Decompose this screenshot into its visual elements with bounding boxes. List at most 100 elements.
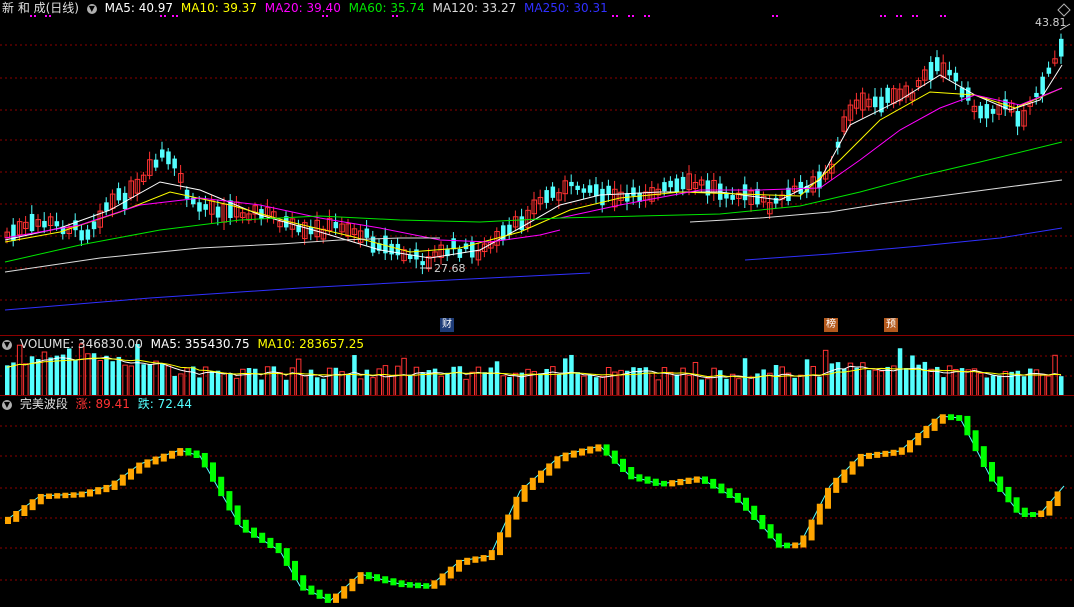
wave-block-up <box>800 535 807 548</box>
candle-down <box>1015 111 1021 127</box>
wave-block-down <box>644 476 651 484</box>
candle-down <box>166 151 171 165</box>
wave-block-up <box>5 516 11 524</box>
volume-bar-up <box>1039 373 1046 396</box>
candle-down <box>85 229 91 240</box>
wave-block-up <box>128 468 134 480</box>
volume-bar-down <box>959 368 965 396</box>
wave-block-up <box>907 440 913 453</box>
volume-bar-down <box>538 373 543 396</box>
badge-yu[interactable]: 预 <box>884 318 898 332</box>
wave-block-up <box>898 447 905 455</box>
volume-bar-down <box>321 378 326 396</box>
volume-bar-up <box>413 366 420 396</box>
ma10-label: MA10: 39.37 <box>180 1 257 15</box>
chevron-down-icon[interactable]: ▼ <box>86 3 97 14</box>
volume-bar-up <box>388 375 395 396</box>
indicator-panel[interactable]: ▼ 完美波段 涨: 89.41 跌: 72.44 <box>0 396 1074 607</box>
ma5-label: MA5: 40.97 <box>104 1 174 15</box>
badge-cai[interactable]: 财 <box>440 318 454 332</box>
volume-bar-down <box>922 361 928 396</box>
wave-block-down <box>390 578 397 586</box>
wave-block-down <box>218 476 225 497</box>
candle-down <box>550 186 556 198</box>
wave-indicator-chart[interactable] <box>0 396 1074 607</box>
volume-ma5-label: MA5: 355430.75 <box>150 337 250 351</box>
candle-down <box>575 185 580 190</box>
volume-panel[interactable]: ▼ VOLUME: 346830.00 MA5: 355430.75 MA10:… <box>0 336 1074 396</box>
volume-bar-down <box>141 364 146 396</box>
volume-bar-up <box>705 378 711 396</box>
signal-dot <box>896 15 898 17</box>
volume-bar-up <box>382 365 389 396</box>
candle-down <box>594 184 599 197</box>
candle-down <box>389 243 394 255</box>
wave-block-down <box>964 415 971 436</box>
volume-bar-up <box>370 377 376 396</box>
volume-bar-up <box>928 368 934 396</box>
volume-bar-down <box>637 367 642 396</box>
volume-bar-up <box>1046 375 1052 396</box>
candlestick-chart[interactable] <box>0 0 1074 336</box>
wave-block-down <box>611 450 618 464</box>
wave-block-up <box>111 480 118 490</box>
candle-down <box>364 228 370 238</box>
wave-block-down <box>324 593 331 603</box>
volume-bar-up <box>512 372 519 396</box>
wave-block-up <box>587 446 594 454</box>
candle-down <box>1059 38 1064 57</box>
wave-block-down <box>726 488 733 499</box>
wave-block-up <box>95 487 102 495</box>
volume-bar-down <box>866 370 872 396</box>
volume-bar-down <box>984 377 990 396</box>
volume-bar-down <box>910 355 915 396</box>
volume-bar-down <box>1059 376 1064 396</box>
wave-block-up <box>431 580 438 589</box>
wave-block-up <box>341 586 348 599</box>
candle-down <box>680 176 686 190</box>
candle-down <box>885 87 890 103</box>
candle-down <box>668 180 673 188</box>
wave-block-down <box>415 582 421 589</box>
volume-bar-up <box>264 366 271 396</box>
wave-block-up <box>456 559 462 572</box>
wave-block-up <box>70 492 77 498</box>
volume-bar-up <box>165 365 172 396</box>
volume-bar-up <box>302 375 308 396</box>
candle-down <box>544 190 549 203</box>
volume-bar-down <box>1021 376 1027 396</box>
volume-bar-up <box>525 368 531 396</box>
wave-block-up <box>874 451 881 458</box>
wave-block-up <box>136 462 143 474</box>
candle-down <box>451 238 456 250</box>
volume-bar-up <box>798 374 804 396</box>
volume-bar-down <box>445 372 450 396</box>
wave-block-down <box>997 476 1004 492</box>
volume-bar-down <box>718 370 723 396</box>
wave-block-down <box>193 450 200 458</box>
signal-dot <box>944 15 946 17</box>
volume-bar-down <box>246 368 252 396</box>
wave-block-down <box>210 462 216 482</box>
candle-down <box>984 104 990 119</box>
candle-down <box>990 108 996 114</box>
volume-bar-up <box>655 379 661 396</box>
volume-bar-down <box>29 356 35 396</box>
price-panel[interactable]: 新 和 成(日线) ▼ MA5: 40.97 MA10: 39.37 MA20:… <box>0 0 1074 336</box>
candle-down <box>978 105 983 119</box>
chevron-down-icon[interactable]: ▼ <box>2 399 12 410</box>
candle-down <box>1046 67 1052 74</box>
wave-block-up <box>333 593 339 603</box>
wave-block-up <box>882 450 889 457</box>
volume-bar-down <box>724 378 729 396</box>
wave-block-down <box>1013 497 1020 513</box>
volume-bar-up <box>550 366 556 396</box>
chevron-down-icon[interactable]: ▼ <box>2 339 12 350</box>
volume-bar-down <box>997 375 1002 396</box>
badge-bang[interactable]: 榜 <box>824 318 838 332</box>
wave-block-up <box>849 461 856 475</box>
wave-block-up <box>554 456 561 469</box>
candle-down <box>54 221 60 227</box>
volume-ma10-label: MA10: 283657.25 <box>257 337 365 351</box>
signal-dot <box>940 15 942 17</box>
